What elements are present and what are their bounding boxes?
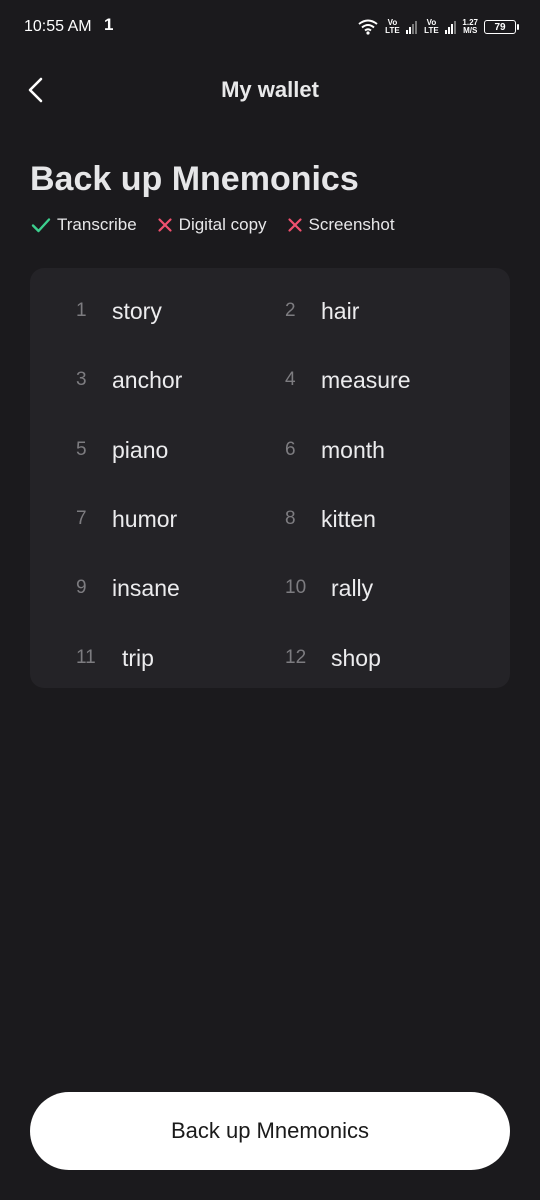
check-icon xyxy=(31,218,51,233)
word-text: anchor xyxy=(112,366,183,393)
word-text: piano xyxy=(112,436,169,463)
status-time: 10:55 AM xyxy=(24,18,92,35)
upload-indicator-icon: 1 xyxy=(104,15,114,34)
word-text: shop xyxy=(331,644,381,671)
mnemonic-word-10: 10 rally xyxy=(285,568,373,608)
rule-digital-copy: Digital copy xyxy=(157,215,267,235)
mnemonic-word-1: 1 story xyxy=(76,291,162,331)
word-text: story xyxy=(112,297,162,324)
word-text: insane xyxy=(112,574,180,601)
word-text: hair xyxy=(321,297,360,324)
word-text: month xyxy=(321,436,385,463)
rule-label: Transcribe xyxy=(57,215,137,234)
mnemonic-card: 1 story 2 hair 3 anchor 4 measure 5 pian… xyxy=(30,268,510,688)
word-index: 8 xyxy=(285,508,296,529)
page-title: Back up Mnemonics xyxy=(30,160,359,198)
mnemonic-word-2: 2 hair xyxy=(285,291,359,331)
word-index: 10 xyxy=(285,577,307,598)
word-index: 9 xyxy=(76,577,87,598)
net-speed: 1.27 M/S xyxy=(462,19,478,35)
word-text: measure xyxy=(321,366,411,393)
word-index: 1 xyxy=(76,300,87,321)
mnemonic-word-6: 6 month xyxy=(285,430,385,470)
word-index: 3 xyxy=(76,369,87,390)
rule-screenshot: Screenshot xyxy=(287,215,395,235)
word-index: 12 xyxy=(285,647,307,668)
sim1-signal-icon xyxy=(406,20,418,34)
mnemonic-word-9: 9 insane xyxy=(76,568,180,608)
mnemonic-grid: 1 story 2 hair 3 anchor 4 measure 5 pian… xyxy=(30,268,510,688)
sim2-volte-label: Vo LTE xyxy=(424,18,439,35)
mnemonic-word-12: 12 shop xyxy=(285,638,381,678)
status-icons: Vo LTE Vo LTE 1.27 M/S 79 xyxy=(358,16,519,38)
word-index: 4 xyxy=(285,369,296,390)
backup-mnemonics-button[interactable]: Back up Mnemonics xyxy=(30,1092,510,1170)
word-text: kitten xyxy=(321,505,376,532)
status-bar: 10:55 AM 1 Vo LTE Vo LTE 1.27 M/S 79 xyxy=(0,0,540,56)
battery-level: 79 xyxy=(494,21,506,33)
mnemonic-word-3: 3 anchor xyxy=(76,360,182,400)
word-index: 5 xyxy=(76,439,87,460)
sim1-volte-label: Vo LTE xyxy=(385,18,400,35)
word-text: humor xyxy=(112,505,178,532)
mnemonic-word-4: 4 measure xyxy=(285,360,410,400)
wifi-icon xyxy=(358,19,379,35)
app-header: My wallet xyxy=(0,64,540,118)
word-index: 2 xyxy=(285,300,296,321)
word-text: rally xyxy=(331,574,374,601)
sim2-signal-icon xyxy=(445,20,457,34)
backup-rules: Transcribe Digital copy Screenshot xyxy=(31,215,395,235)
cross-icon xyxy=(158,218,172,232)
battery-icon: 79 xyxy=(484,20,519,34)
header-title: My wallet xyxy=(221,77,319,102)
mnemonic-word-7: 7 humor xyxy=(76,499,177,539)
rule-label: Screenshot xyxy=(308,215,395,234)
cross-icon xyxy=(287,218,302,232)
net-speed-unit: M/S xyxy=(463,26,478,35)
rule-label: Digital copy xyxy=(178,215,267,234)
mnemonic-word-8: 8 kitten xyxy=(285,499,376,539)
word-index: 11 xyxy=(76,647,96,668)
mnemonic-word-11: 11 trip xyxy=(76,638,154,678)
word-index: 7 xyxy=(76,508,87,529)
rule-transcribe: Transcribe xyxy=(31,215,137,235)
word-text: trip xyxy=(122,644,154,671)
word-index: 6 xyxy=(285,439,296,460)
mnemonic-word-5: 5 piano xyxy=(76,430,168,470)
